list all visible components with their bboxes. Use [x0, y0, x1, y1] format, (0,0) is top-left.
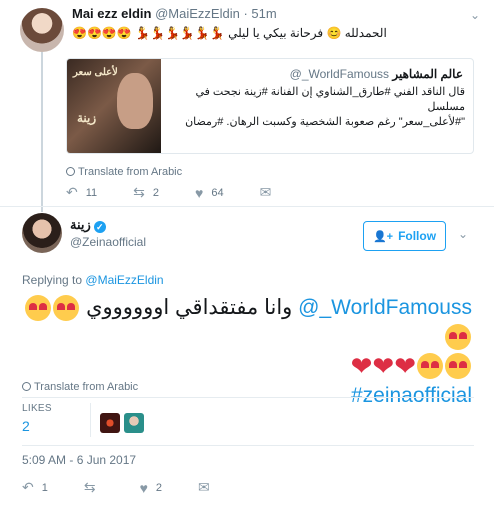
parent-tweet-header: Mai ezz eldin @MaiEzzEldin · 51m: [72, 6, 277, 21]
like-button[interactable]: ♥ 64: [195, 185, 224, 201]
reply-icon: ↶: [66, 184, 78, 200]
heart-eyes-emoji: [445, 353, 471, 380]
author-name[interactable]: زينة: [70, 217, 91, 232]
quoted-text-line-1: قال الناقد الفني #طارق_الشناوي إن الفنان…: [195, 86, 465, 113]
replying-handle[interactable]: @MaiEzzEldin: [85, 273, 163, 287]
reply-button[interactable]: ↶ 11: [66, 184, 97, 201]
reply-count: 11: [85, 186, 98, 199]
like-icon: ♥: [195, 184, 204, 201]
heart-eyes-emoji: [417, 353, 443, 380]
retweet-icon: ⇆: [83, 479, 96, 495]
tweet-arabic-text: وانا مفتقداقي اووووووي: [86, 296, 293, 319]
author-handle[interactable]: @Zeinaofficial: [70, 235, 146, 249]
liker-avatar[interactable]: [124, 413, 144, 433]
retweet-button[interactable]: ⇆: [84, 479, 104, 496]
quoted-image-portrait: [117, 73, 153, 129]
like-icon: ♥: [139, 479, 148, 496]
avatar[interactable]: [22, 213, 62, 253]
tweet-timestamp[interactable]: 5:09 AM - 6 Jun 2017: [22, 453, 136, 467]
tweet-hashtag[interactable]: #zeinaofficial: [351, 384, 472, 407]
author-handle[interactable]: @MaiEzzEldin: [155, 6, 240, 21]
like-count: 2: [155, 481, 163, 494]
divider: [22, 445, 474, 446]
reply-button[interactable]: ↶ 1: [22, 479, 48, 496]
translate-label: Translate from Arabic: [34, 381, 139, 393]
likes-stat[interactable]: LIKES 2: [22, 403, 92, 434]
tweet-mention[interactable]: @_WorldFamouss: [298, 296, 472, 319]
translate-label: Translate from Arabic: [78, 166, 183, 178]
dm-icon: ✉: [259, 184, 272, 200]
red-heart-emoji: ❤: [394, 350, 416, 381]
chevron-down-icon[interactable]: ⌄: [470, 8, 480, 22]
user-plus-icon: 👤+: [372, 230, 394, 243]
quoted-tweet[interactable]: لأعلى سعر زينة @_WorldFamouss عالم المشا…: [66, 58, 474, 154]
globe-icon: [22, 382, 31, 391]
dm-button[interactable]: ✉: [198, 479, 218, 496]
heart-eyes-emoji: [53, 295, 80, 322]
main-tweet: زينة ✓ @Zeinaofficial 👤+ Follow ⌄ Replyin…: [0, 206, 494, 510]
heart-eyes-emoji: [25, 295, 52, 322]
tweet-text: الحمدلله 😊 فرحانة بيكي يا ليلي 💃💃💃💃💃💃 😍😍…: [72, 26, 387, 40]
liker-avatar[interactable]: [100, 413, 120, 433]
translate-link[interactable]: Translate from Arabic: [22, 381, 138, 393]
main-tweet-actions: ↶ 1 ⇆ ♥ 2 ✉: [22, 479, 254, 496]
verified-icon: ✓: [93, 221, 106, 233]
dm-button[interactable]: ✉: [260, 184, 280, 201]
like-count: 64: [211, 186, 224, 199]
retweet-icon: ⇆: [133, 184, 145, 200]
quoted-image-subtitle: زينة: [77, 111, 97, 125]
quoted-author-handle[interactable]: @_WorldFamouss: [290, 67, 389, 81]
dm-icon: ✉: [198, 479, 210, 495]
parent-tweet-actions: ↶ 11 ⇆ 2 ♥ 64 ✉: [66, 184, 315, 201]
thread-line: [41, 52, 43, 212]
tweet-text-line-2: ❤❤❤: [22, 351, 472, 381]
likes-label: LIKES: [22, 403, 52, 414]
chevron-down-icon[interactable]: ⌄: [458, 227, 468, 241]
likes-count: 2: [22, 418, 30, 434]
translate-link[interactable]: Translate from Arabic: [66, 166, 182, 178]
quoted-text-line-2: "#لأعلى_سعر" رغم صعوبة الشخصية وكسبت الر…: [185, 116, 465, 128]
parent-tweet[interactable]: Mai ezz eldin @MaiEzzEldin · 51m ⌄ الحمد…: [0, 0, 494, 212]
divider: [22, 397, 474, 398]
tweet-text-line-1: وانا مفتقداقي اووووووي @_WorldFamouss: [22, 293, 472, 351]
like-button[interactable]: ♥ 2: [140, 480, 162, 496]
red-heart-emoji: ❤: [350, 350, 373, 381]
retweet-button[interactable]: ⇆ 2: [133, 184, 159, 201]
avatar[interactable]: [20, 8, 64, 52]
heart-eyes-emoji: [445, 324, 471, 351]
quoted-tweet-text: قال الناقد الفني #طارق_الشناوي إن الفنان…: [171, 85, 465, 130]
quoted-image-title: لأعلى سعر: [73, 67, 118, 78]
follow-button[interactable]: 👤+ Follow: [363, 221, 446, 251]
red-heart-emoji: ❤: [372, 350, 395, 381]
author-name-row: زينة ✓: [70, 217, 106, 233]
tweet-time[interactable]: 51m: [251, 6, 276, 21]
replying-prefix: Replying to: [22, 273, 83, 287]
retweet-count: 2: [152, 186, 160, 199]
follow-label: Follow: [398, 229, 437, 243]
quoted-tweet-image[interactable]: لأعلى سعر زينة: [67, 59, 161, 153]
reply-count: 1: [41, 481, 48, 494]
replying-to: Replying to @MaiEzzEldin: [22, 273, 164, 287]
author-name[interactable]: Mai ezz eldin: [72, 6, 151, 21]
quoted-tweet-header: @_WorldFamouss عالم المشاهير: [290, 67, 463, 81]
quoted-author-name[interactable]: عالم المشاهير: [392, 67, 463, 81]
reply-icon: ↶: [22, 479, 34, 495]
globe-icon: [66, 167, 75, 176]
divider: [90, 403, 91, 437]
